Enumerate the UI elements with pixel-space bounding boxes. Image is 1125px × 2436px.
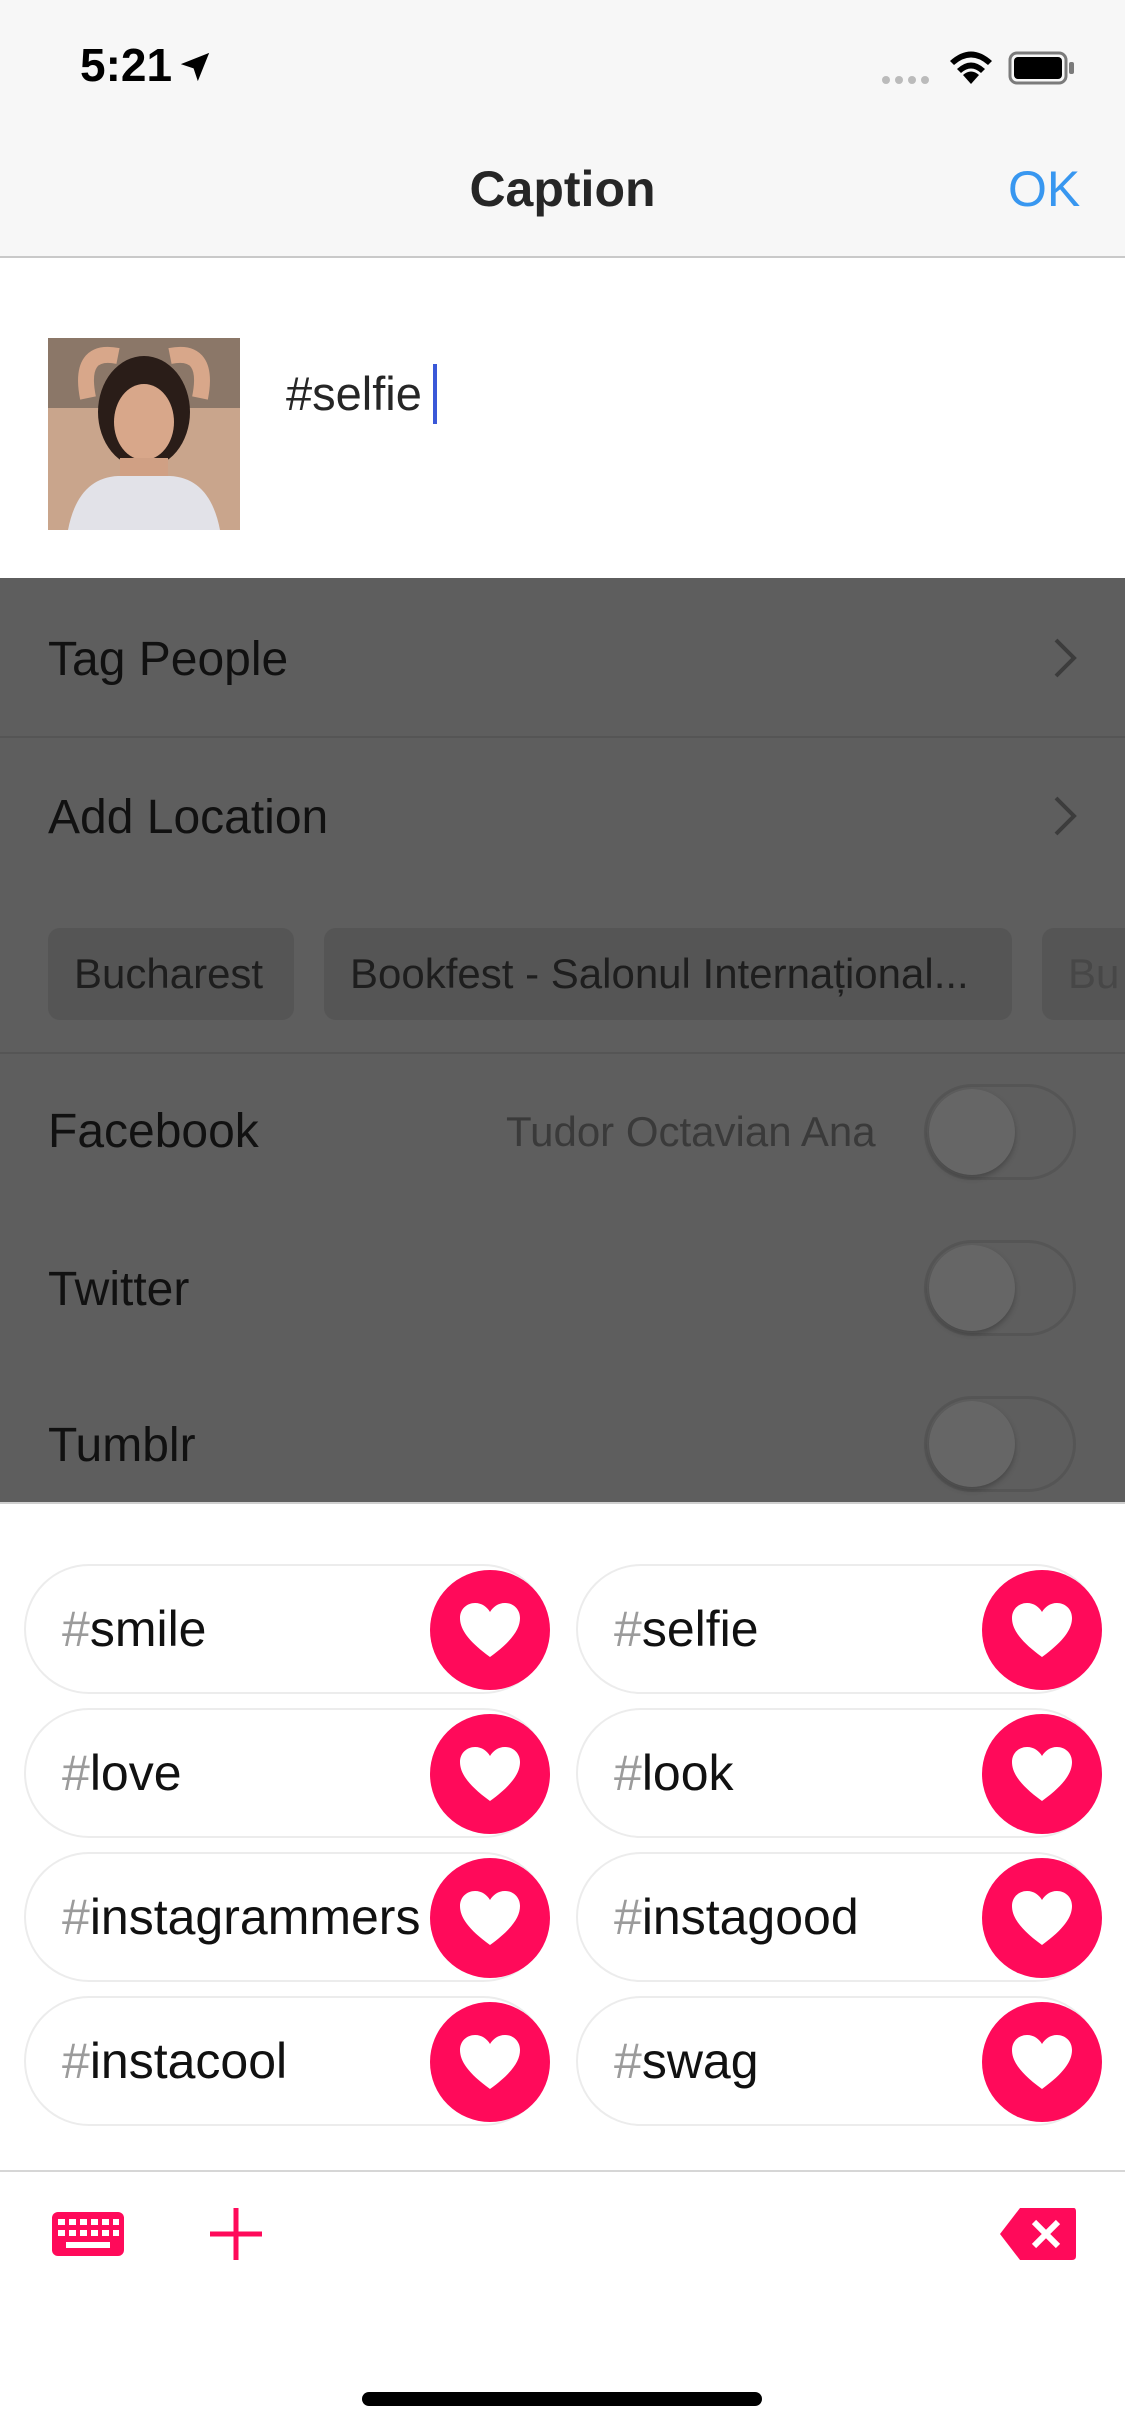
hashtag-chip[interactable]: #instacool <box>24 1996 550 2126</box>
divider <box>0 1052 1125 1054</box>
like-hashtag-button[interactable] <box>430 1714 550 1834</box>
chevron-right-icon <box>1054 638 1077 678</box>
heart-icon <box>1012 2035 1072 2089</box>
hashtag-text: #smile <box>62 1601 207 1657</box>
ok-button[interactable]: OK <box>1008 160 1080 218</box>
hashtag-text: #instagrammers <box>62 1889 421 1945</box>
like-hashtag-button[interactable] <box>982 1858 1102 1978</box>
location-arrow-icon <box>180 52 210 82</box>
heart-icon <box>460 1891 520 1945</box>
facebook-account: Tudor Octavian Ana <box>506 1108 876 1155</box>
heart-icon <box>1012 1891 1072 1945</box>
add-location-label[interactable]: Add Location <box>48 790 328 845</box>
photo-thumbnail <box>48 338 240 530</box>
chevron-right-icon <box>1054 796 1077 836</box>
heart-icon <box>460 1747 520 1801</box>
like-hashtag-button[interactable] <box>982 1570 1102 1690</box>
battery-icon <box>1008 51 1074 85</box>
hashtag-text: #selfie <box>614 1601 759 1657</box>
hashtag-chip[interactable]: #instagood <box>576 1852 1102 1982</box>
location-chip[interactable]: Bucharest <box>48 928 294 1020</box>
caption-input[interactable]: #selfie <box>286 366 422 421</box>
home-indicator <box>362 2392 762 2406</box>
hashtag-text: #love <box>62 1745 182 1801</box>
hashtag-chip[interactable]: #look <box>576 1708 1102 1838</box>
wifi-icon <box>950 51 992 84</box>
like-hashtag-button[interactable] <box>430 2002 550 2122</box>
twitter-label: Twitter <box>48 1263 190 1316</box>
heart-icon <box>1012 1603 1072 1657</box>
heart-icon <box>460 2035 520 2089</box>
hashtag-text: #swag <box>614 2033 759 2089</box>
delete-icon[interactable] <box>998 2206 1078 2262</box>
hashtag-chip[interactable]: #instagrammers <box>24 1852 550 1982</box>
signal-icon <box>882 76 929 84</box>
tumblr-toggle[interactable] <box>924 1396 1076 1492</box>
location-chip[interactable]: Bu <box>1042 928 1125 1020</box>
divider <box>0 2170 1125 2172</box>
hashtag-chip[interactable]: #love <box>24 1708 550 1838</box>
tumblr-label: Tumblr <box>48 1419 196 1472</box>
hashtag-text: #instagood <box>614 1889 859 1945</box>
tag-people-label[interactable]: Tag People <box>48 632 288 687</box>
hashtag-chip[interactable]: #selfie <box>576 1564 1102 1694</box>
like-hashtag-button[interactable] <box>982 1714 1102 1834</box>
page-title: Caption <box>469 161 656 217</box>
post-settings-overlay <box>0 578 1125 1503</box>
divider <box>0 736 1125 738</box>
heart-icon <box>460 1603 520 1657</box>
twitter-toggle[interactable] <box>924 1240 1076 1336</box>
location-chip[interactable]: Bookfest - Salonul Internațional... <box>324 928 1012 1020</box>
facebook-label: Facebook <box>48 1105 259 1158</box>
heart-icon <box>1012 1747 1072 1801</box>
like-hashtag-button[interactable] <box>430 1858 550 1978</box>
text-cursor <box>433 364 437 424</box>
plus-icon[interactable] <box>208 2206 264 2262</box>
hashtag-chip[interactable]: #swag <box>576 1996 1102 2126</box>
like-hashtag-button[interactable] <box>430 1570 550 1690</box>
facebook-toggle[interactable] <box>924 1084 1076 1180</box>
status-time: 5:21 <box>80 39 173 91</box>
like-hashtag-button[interactable] <box>982 2002 1102 2122</box>
hashtag-text: #instacool <box>62 2033 288 2089</box>
hashtag-text: #look <box>614 1745 734 1801</box>
hashtag-chip[interactable]: #smile <box>24 1564 550 1694</box>
keyboard-icon[interactable] <box>52 2212 124 2256</box>
